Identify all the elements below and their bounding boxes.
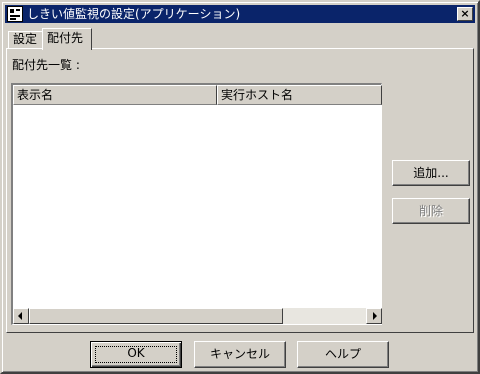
ok-button[interactable]: OK [90, 341, 182, 368]
app-icon [7, 6, 23, 22]
scroll-right-button[interactable] [366, 308, 382, 324]
dialog-window: しきい値監視の設定(アプリケーション) × 設定 配付先 配付先一覧 : 表示名… [0, 0, 480, 374]
add-button[interactable]: 追加... [392, 160, 470, 186]
scroll-thumb[interactable] [29, 308, 283, 324]
help-button[interactable]: ヘルプ [297, 341, 389, 368]
ok-label: OK [127, 346, 145, 360]
window-title: しきい値監視の設定(アプリケーション) [27, 7, 241, 21]
cancel-button[interactable]: キャンセル [194, 341, 286, 368]
destination-list-label: 配付先一覧 : [12, 58, 80, 72]
arrow-left-icon [18, 312, 22, 320]
title-bar[interactable]: しきい値監視の設定(アプリケーション) × [5, 5, 475, 23]
arrow-right-icon [373, 312, 377, 320]
column-header-display-name[interactable]: 表示名 [13, 85, 217, 105]
scroll-left-button[interactable] [13, 308, 29, 324]
delete-button: 削除 [392, 198, 470, 224]
column-header-exec-host[interactable]: 実行ホスト名 [217, 85, 382, 105]
close-icon: × [460, 7, 470, 20]
tab-settings[interactable]: 設定 [8, 31, 43, 48]
destination-list[interactable]: 表示名 実行ホスト名 [11, 83, 382, 325]
close-button[interactable]: × [457, 7, 473, 21]
horizontal-scrollbar[interactable] [13, 308, 382, 324]
tab-destination[interactable]: 配付先 [42, 28, 92, 50]
